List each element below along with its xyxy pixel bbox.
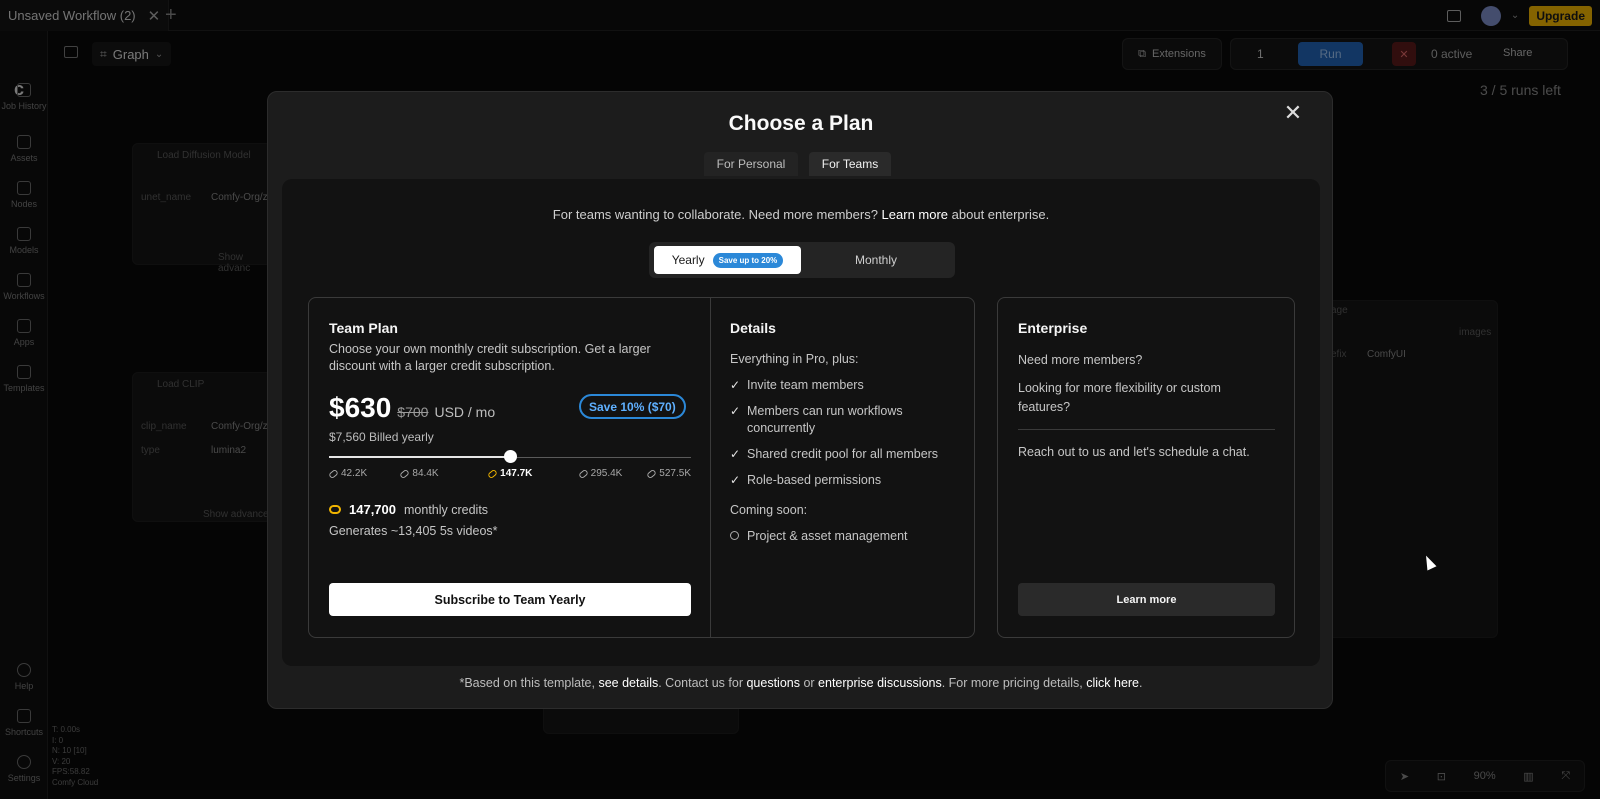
credits-value: 147,700 <box>349 502 396 517</box>
save-badge: Save up to 20% <box>712 252 784 268</box>
enterprise-line-3: Reach out to us and let's schedule a cha… <box>1018 445 1250 459</box>
choose-plan-dialog: Choose a Plan ✕ For Personal For Teams F… <box>267 91 1333 709</box>
generates-estimate: Generates ~13,405 5s videos* <box>329 524 498 538</box>
tick-label: 147.7K <box>500 468 533 479</box>
feature-item: ✓ Invite team members <box>730 377 864 394</box>
slider-tick[interactable]: 42.2K <box>328 468 368 479</box>
subscribe-team-yearly-button[interactable]: Subscribe to Team Yearly <box>329 583 691 616</box>
check-icon: ✓ <box>730 447 741 461</box>
feature-text: Role-based permissions <box>747 473 882 487</box>
price: $630 <box>329 392 392 423</box>
details-title: Details <box>730 320 776 336</box>
coming-soon-label: Coming soon: <box>730 503 808 517</box>
check-icon: ✓ <box>730 473 741 487</box>
link-icon <box>328 468 339 479</box>
tick-label: 295.4K <box>590 468 623 479</box>
tick-label: 527.5K <box>659 468 691 479</box>
intro-text: about enterprise. <box>948 207 1050 222</box>
footnote-text: . Contact us for <box>658 676 747 690</box>
link-icon <box>577 468 589 479</box>
footnote-text: . <box>1139 676 1143 690</box>
credit-slider-fill <box>329 456 510 458</box>
feature-item: ✓ Members can run workflows concurrently <box>730 403 940 437</box>
team-plan-card: Team Plan Choose your own monthly credit… <box>308 297 975 638</box>
slider-tick[interactable]: 84.4K <box>399 468 439 479</box>
feature-item: ✓ Role-based permissions <box>730 472 881 489</box>
check-icon: ✓ <box>730 404 741 418</box>
feature-text: Members can run workflows concurrently <box>747 404 903 435</box>
tab-for-personal[interactable]: For Personal <box>704 152 798 176</box>
tick-label: 42.2K <box>341 468 368 479</box>
footnote-text: or <box>799 676 819 690</box>
enterprise-line-1: Need more members? <box>1018 353 1143 367</box>
old-price: $700 <box>397 404 429 420</box>
enterprise-discussions-link[interactable]: enterprise discussions <box>818 676 942 690</box>
slider-tick[interactable]: 295.4K <box>577 468 623 479</box>
enterprise-divider <box>1018 429 1275 430</box>
link-icon <box>399 468 411 479</box>
intro-text: For teams wanting to collaborate. Need m… <box>552 207 882 222</box>
link-icon <box>487 468 499 479</box>
see-details-link[interactable]: see details <box>598 676 658 690</box>
billing-yearly-option[interactable]: Yearly Save up to 20% <box>654 246 801 274</box>
feature-item: ✓ Shared credit pool for all members <box>730 446 938 463</box>
credits-row: 147,700 monthly credits <box>329 502 488 517</box>
team-plan-title: Team Plan <box>329 320 398 336</box>
learn-more-link[interactable]: Learn more <box>882 207 948 222</box>
tick-label: 84.4K <box>412 468 439 479</box>
card-divider <box>710 298 711 637</box>
link-icon <box>646 468 658 479</box>
check-icon: ✓ <box>730 378 741 392</box>
billing-monthly-option[interactable]: Monthly <box>801 246 951 274</box>
footnote-text: . For more pricing details, <box>941 676 1087 690</box>
enterprise-card: Enterprise Need more members? Looking fo… <box>997 297 1295 638</box>
details-intro: Everything in Pro, plus: <box>730 352 859 366</box>
team-plan-description: Choose your own monthly credit subscript… <box>329 342 651 373</box>
feature-text: Shared credit pool for all members <box>747 447 939 461</box>
coming-soon-item: Project & asset management <box>730 528 908 545</box>
enterprise-learn-more-button[interactable]: Learn more <box>1018 583 1275 616</box>
discount-badge: Save 10% ($70) <box>579 394 686 419</box>
yearly-label: Yearly <box>671 253 705 267</box>
questions-link[interactable]: questions <box>746 676 800 690</box>
slider-tick[interactable]: 147.7K <box>487 468 533 479</box>
clock-icon <box>730 531 739 540</box>
click-here-link[interactable]: click here <box>1086 676 1139 690</box>
feature-text: Invite team members <box>747 378 864 392</box>
dialog-title: Choose a Plan <box>728 112 874 135</box>
slider-tick[interactable]: 527.5K <box>646 468 691 479</box>
close-icon[interactable]: ✕ <box>1282 102 1304 124</box>
enterprise-line-2: Looking for more flexibility or custom f… <box>1018 381 1221 414</box>
credits-label: monthly credits <box>404 502 489 517</box>
billed-yearly: $7,560 Billed yearly <box>329 430 434 444</box>
pricing-footnote: *Based on this template, see details. Co… <box>268 676 1334 690</box>
plan-intro: For teams wanting to collaborate. Need m… <box>282 207 1320 222</box>
feature-text: Project & asset management <box>747 529 908 543</box>
enterprise-title: Enterprise <box>1018 320 1088 336</box>
footnote-text: *Based on this template, <box>459 676 599 690</box>
tab-for-teams[interactable]: For Teams <box>809 152 891 176</box>
plan-panel: For teams wanting to collaborate. Need m… <box>282 179 1320 666</box>
billing-toggle: Yearly Save up to 20% Monthly <box>649 242 955 278</box>
credit-slider-thumb[interactable] <box>504 450 517 463</box>
price-unit: USD / mo <box>434 404 496 420</box>
credits-icon <box>329 505 341 514</box>
price-row: $630 $700 USD / mo <box>329 392 495 424</box>
